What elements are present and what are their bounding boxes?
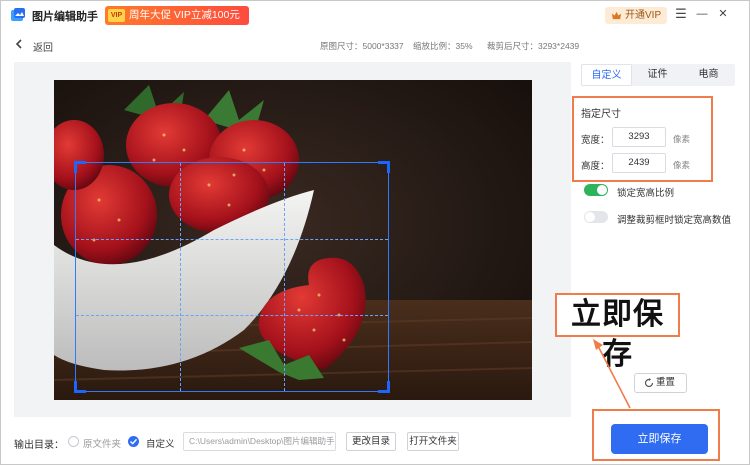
save-now-button[interactable]: 立即保存: [611, 424, 708, 454]
save-callout-annotation: 立即保存: [555, 293, 680, 371]
crop-grid-line: [76, 239, 388, 240]
crop-handle-bottom-right[interactable]: [378, 381, 390, 393]
width-input[interactable]: 3293: [612, 127, 666, 147]
tab-id-photo[interactable]: 证件: [632, 64, 683, 86]
height-unit: 像素: [673, 160, 691, 170]
width-unit: 像素: [673, 134, 691, 144]
promo-vip-badge: VIP: [108, 9, 125, 22]
toggle-knob: [585, 212, 595, 222]
close-icon[interactable]: ✕: [715, 6, 731, 22]
lock-values-toggle[interactable]: [584, 211, 608, 223]
preset-tabs: 自定义 证件 电商: [581, 64, 735, 86]
app-logo-icon: [11, 8, 25, 21]
output-dir-label: 输出目录：: [14, 440, 64, 451]
crop-size-text: 裁剪后尺寸：3293*2439: [487, 41, 580, 51]
crop-frame[interactable]: [74, 161, 390, 393]
crown-icon: [611, 11, 622, 20]
output-path-input[interactable]: C:\Users\admin\Desktop\图片编辑助手: [183, 432, 336, 451]
tab-ecommerce[interactable]: 电商: [683, 64, 734, 86]
image-info-bar: 返回 原图尺寸：5000*3337 缩放比例：35% 裁剪后尺寸：3293*24…: [1, 30, 749, 60]
change-dir-button[interactable]: 更改目录: [346, 432, 396, 451]
crop-grid-line: [76, 315, 388, 316]
open-vip-label: 开通VIP: [625, 10, 662, 21]
size-highlight-box: 指定尺寸 宽度： 3293 像素 高度： 2439 像素: [572, 96, 713, 182]
open-folder-button[interactable]: 打开文件夹: [407, 432, 459, 451]
original-folder-label: 原文件夹: [83, 439, 122, 450]
menu-icon[interactable]: ☰: [673, 6, 689, 22]
back-arrow-icon[interactable]: [13, 38, 25, 50]
crop-handle-top-left[interactable]: [74, 161, 86, 173]
crop-grid-line: [284, 163, 285, 391]
radio-custom-folder[interactable]: [128, 436, 139, 447]
width-label: 宽度：: [581, 135, 610, 146]
promo-banner[interactable]: VIP 周年大促 VIP立减100元: [105, 6, 249, 25]
refresh-icon: [644, 378, 654, 388]
reset-button[interactable]: 重置: [634, 373, 687, 393]
height-label: 高度：: [581, 161, 610, 172]
app-title: 图片编辑助手: [32, 11, 98, 23]
lock-ratio-label: 锁定宽高比例: [617, 188, 675, 199]
lock-ratio-toggle[interactable]: [584, 184, 608, 196]
crop-handle-bottom-left[interactable]: [74, 381, 86, 393]
reset-label: 重置: [656, 377, 676, 388]
promo-text: 周年大促 VIP立减100元: [129, 9, 240, 21]
tab-custom[interactable]: 自定义: [581, 64, 632, 86]
callout-arrow-icon: [593, 339, 631, 409]
back-link[interactable]: 返回: [33, 39, 53, 54]
size-section-title: 指定尺寸: [581, 109, 621, 120]
toggle-knob: [597, 185, 607, 195]
crop-grid-line: [180, 163, 181, 391]
original-size-text: 原图尺寸：5000*3337: [320, 41, 404, 51]
radio-original-folder[interactable]: [68, 436, 79, 447]
title-bar: 图片编辑助手 VIP 周年大促 VIP立减100元 开通VIP ☰ — ✕: [1, 1, 749, 29]
height-input[interactable]: 2439: [612, 153, 666, 173]
minimize-icon[interactable]: —: [694, 6, 710, 22]
custom-folder-label: 自定义: [146, 439, 175, 450]
scale-text: 缩放比例：35%: [413, 41, 473, 51]
check-icon: [130, 438, 138, 445]
lock-values-label: 调整裁剪框时锁定宽高数值: [617, 215, 732, 226]
open-vip-button[interactable]: 开通VIP: [605, 7, 667, 24]
crop-handle-top-right[interactable]: [378, 161, 390, 173]
